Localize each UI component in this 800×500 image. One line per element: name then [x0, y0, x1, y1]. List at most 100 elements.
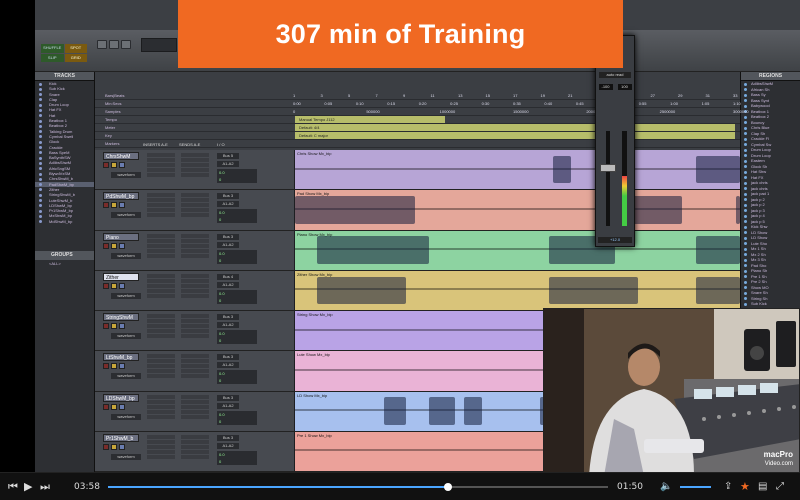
input-selector[interactable]: Bus 3 — [217, 233, 239, 240]
input-selector[interactable]: Bus 3 — [217, 434, 239, 441]
send-slot[interactable] — [181, 399, 209, 404]
record-button[interactable] — [103, 323, 109, 329]
insert-slot[interactable] — [147, 233, 175, 238]
insert-slot[interactable] — [147, 288, 175, 293]
key-ruler-bar[interactable]: Default: C major — [295, 132, 735, 139]
input-selector[interactable]: Bus 5 — [217, 153, 239, 159]
track-name[interactable]: Pr1ShwM_b — [103, 433, 139, 442]
slip-mode-button[interactable]: SLIP — [41, 53, 64, 62]
insert-slot[interactable] — [147, 208, 175, 213]
progress-scrubber[interactable] — [444, 483, 452, 491]
output-selector[interactable]: A1-A2 — [217, 241, 239, 248]
send-slot[interactable] — [181, 439, 209, 444]
input-selector[interactable]: Bus 3 — [217, 193, 239, 200]
insert-slot[interactable] — [147, 253, 175, 258]
record-button[interactable] — [103, 242, 109, 249]
send-slot[interactable] — [181, 324, 209, 328]
insert-slot[interactable] — [147, 434, 175, 439]
input-selector[interactable]: Bus 3 — [217, 314, 239, 320]
insert-slot[interactable] — [147, 278, 175, 283]
audio-clip[interactable]: Piano Show Mx_bip — [295, 230, 740, 270]
volume-pan-readout[interactable]: 0.0 0 — [217, 410, 257, 425]
insert-slot[interactable] — [147, 359, 175, 364]
insert-slot[interactable] — [147, 374, 175, 379]
automation-mode[interactable]: auto read — [599, 72, 631, 78]
input-selector[interactable]: Bus 3 — [217, 394, 239, 401]
solo-button[interactable] — [111, 282, 117, 289]
zoom-button[interactable] — [97, 40, 107, 49]
solo-button[interactable] — [111, 443, 117, 450]
insert-slot[interactable] — [147, 158, 175, 162]
audio-clip[interactable]: Zither Show Mx_bip — [295, 270, 740, 310]
input-selector[interactable]: Bus 3 — [217, 354, 239, 361]
insert-slot[interactable] — [147, 404, 175, 409]
track-name[interactable]: ChrsShwM — [103, 152, 139, 160]
track-lane[interactable]: Zither Show Mx_bip — [295, 270, 740, 310]
volume-pan-readout[interactable]: 0.0 0 — [217, 289, 257, 304]
track-name[interactable]: StringShwM — [103, 313, 139, 321]
send-slot[interactable] — [181, 163, 209, 167]
audio-clip[interactable]: Chris Show Mx_bip — [295, 150, 740, 190]
mute-button[interactable] — [119, 242, 125, 249]
insert-slot[interactable] — [147, 354, 175, 359]
record-button[interactable] — [103, 363, 109, 370]
insert-slot[interactable] — [147, 193, 175, 198]
insert-slot[interactable] — [147, 369, 175, 374]
send-slot[interactable] — [181, 449, 209, 454]
solo-button[interactable] — [111, 162, 117, 168]
share-icon[interactable]: ⇪ — [724, 481, 732, 493]
insert-slot[interactable] — [147, 449, 175, 454]
track-view-selector[interactable]: waveform — [111, 292, 141, 299]
output-selector[interactable]: A1-A2 — [217, 442, 239, 449]
audio-clip[interactable]: Pad Show Mx_bip — [295, 190, 740, 230]
output-selector[interactable]: A1-A2 — [217, 201, 239, 208]
track-lane[interactable]: Piano Show Mx_bip — [295, 230, 740, 270]
track-list-item[interactable]: MdShwM_bp — [35, 219, 94, 224]
track-lane[interactable]: Pad Show Mx_bip — [295, 190, 740, 230]
send-slot[interactable] — [181, 278, 209, 283]
send-slot[interactable] — [181, 198, 209, 203]
progress-bar[interactable] — [108, 483, 608, 491]
send-slot[interactable] — [181, 319, 209, 323]
mute-button[interactable] — [119, 403, 125, 410]
volume-slider[interactable] — [680, 486, 711, 488]
track-view-selector[interactable]: waveform — [111, 212, 141, 219]
volume-pan-readout[interactable]: 0.0 0 — [217, 169, 257, 183]
output-selector[interactable]: A1-A2 — [217, 402, 239, 409]
meter-ruler-bar[interactable]: Default: 4/4 — [295, 124, 735, 131]
insert-slot[interactable] — [147, 319, 175, 323]
insert-slot[interactable] — [147, 314, 175, 318]
volume-pan-readout[interactable]: 0.0 0 — [217, 370, 257, 385]
volume-pan-readout[interactable]: 0.0 0 — [217, 450, 257, 465]
record-button[interactable] — [103, 443, 109, 450]
insert-slot[interactable] — [147, 454, 175, 459]
insert-slot[interactable] — [147, 444, 175, 449]
zoom-button[interactable] — [109, 40, 119, 49]
insert-slot[interactable] — [147, 243, 175, 248]
track-view-selector[interactable]: waveform — [111, 333, 141, 339]
track-name[interactable]: LtShwM_bp — [103, 353, 139, 362]
mute-button[interactable] — [119, 363, 125, 370]
insert-slot[interactable] — [147, 248, 175, 253]
pan-left-value[interactable]: -100 — [598, 84, 613, 90]
track-view-selector[interactable]: waveform — [111, 252, 141, 259]
send-slot[interactable] — [181, 288, 209, 293]
output-selector[interactable]: A1-A2 — [217, 362, 239, 369]
track-lane[interactable]: Chris Show Mx_bip — [295, 150, 740, 190]
send-slot[interactable] — [181, 394, 209, 399]
track-name[interactable]: Piano — [103, 232, 139, 241]
solo-button[interactable] — [111, 242, 117, 249]
volume-icon[interactable]: 🔈 — [660, 481, 672, 493]
send-slot[interactable] — [181, 444, 209, 449]
solo-button[interactable] — [111, 363, 117, 370]
output-selector[interactable]: A1-A2 — [217, 281, 239, 288]
send-slot[interactable] — [181, 173, 209, 177]
insert-slot[interactable] — [147, 153, 175, 157]
solo-button[interactable] — [111, 323, 117, 329]
input-selector[interactable]: Bus 4 — [217, 273, 239, 280]
edit-tools[interactable] — [141, 38, 177, 52]
solo-button[interactable] — [111, 403, 117, 410]
insert-slot[interactable] — [147, 168, 175, 172]
mute-button[interactable] — [119, 443, 125, 450]
insert-slot[interactable] — [147, 364, 175, 369]
